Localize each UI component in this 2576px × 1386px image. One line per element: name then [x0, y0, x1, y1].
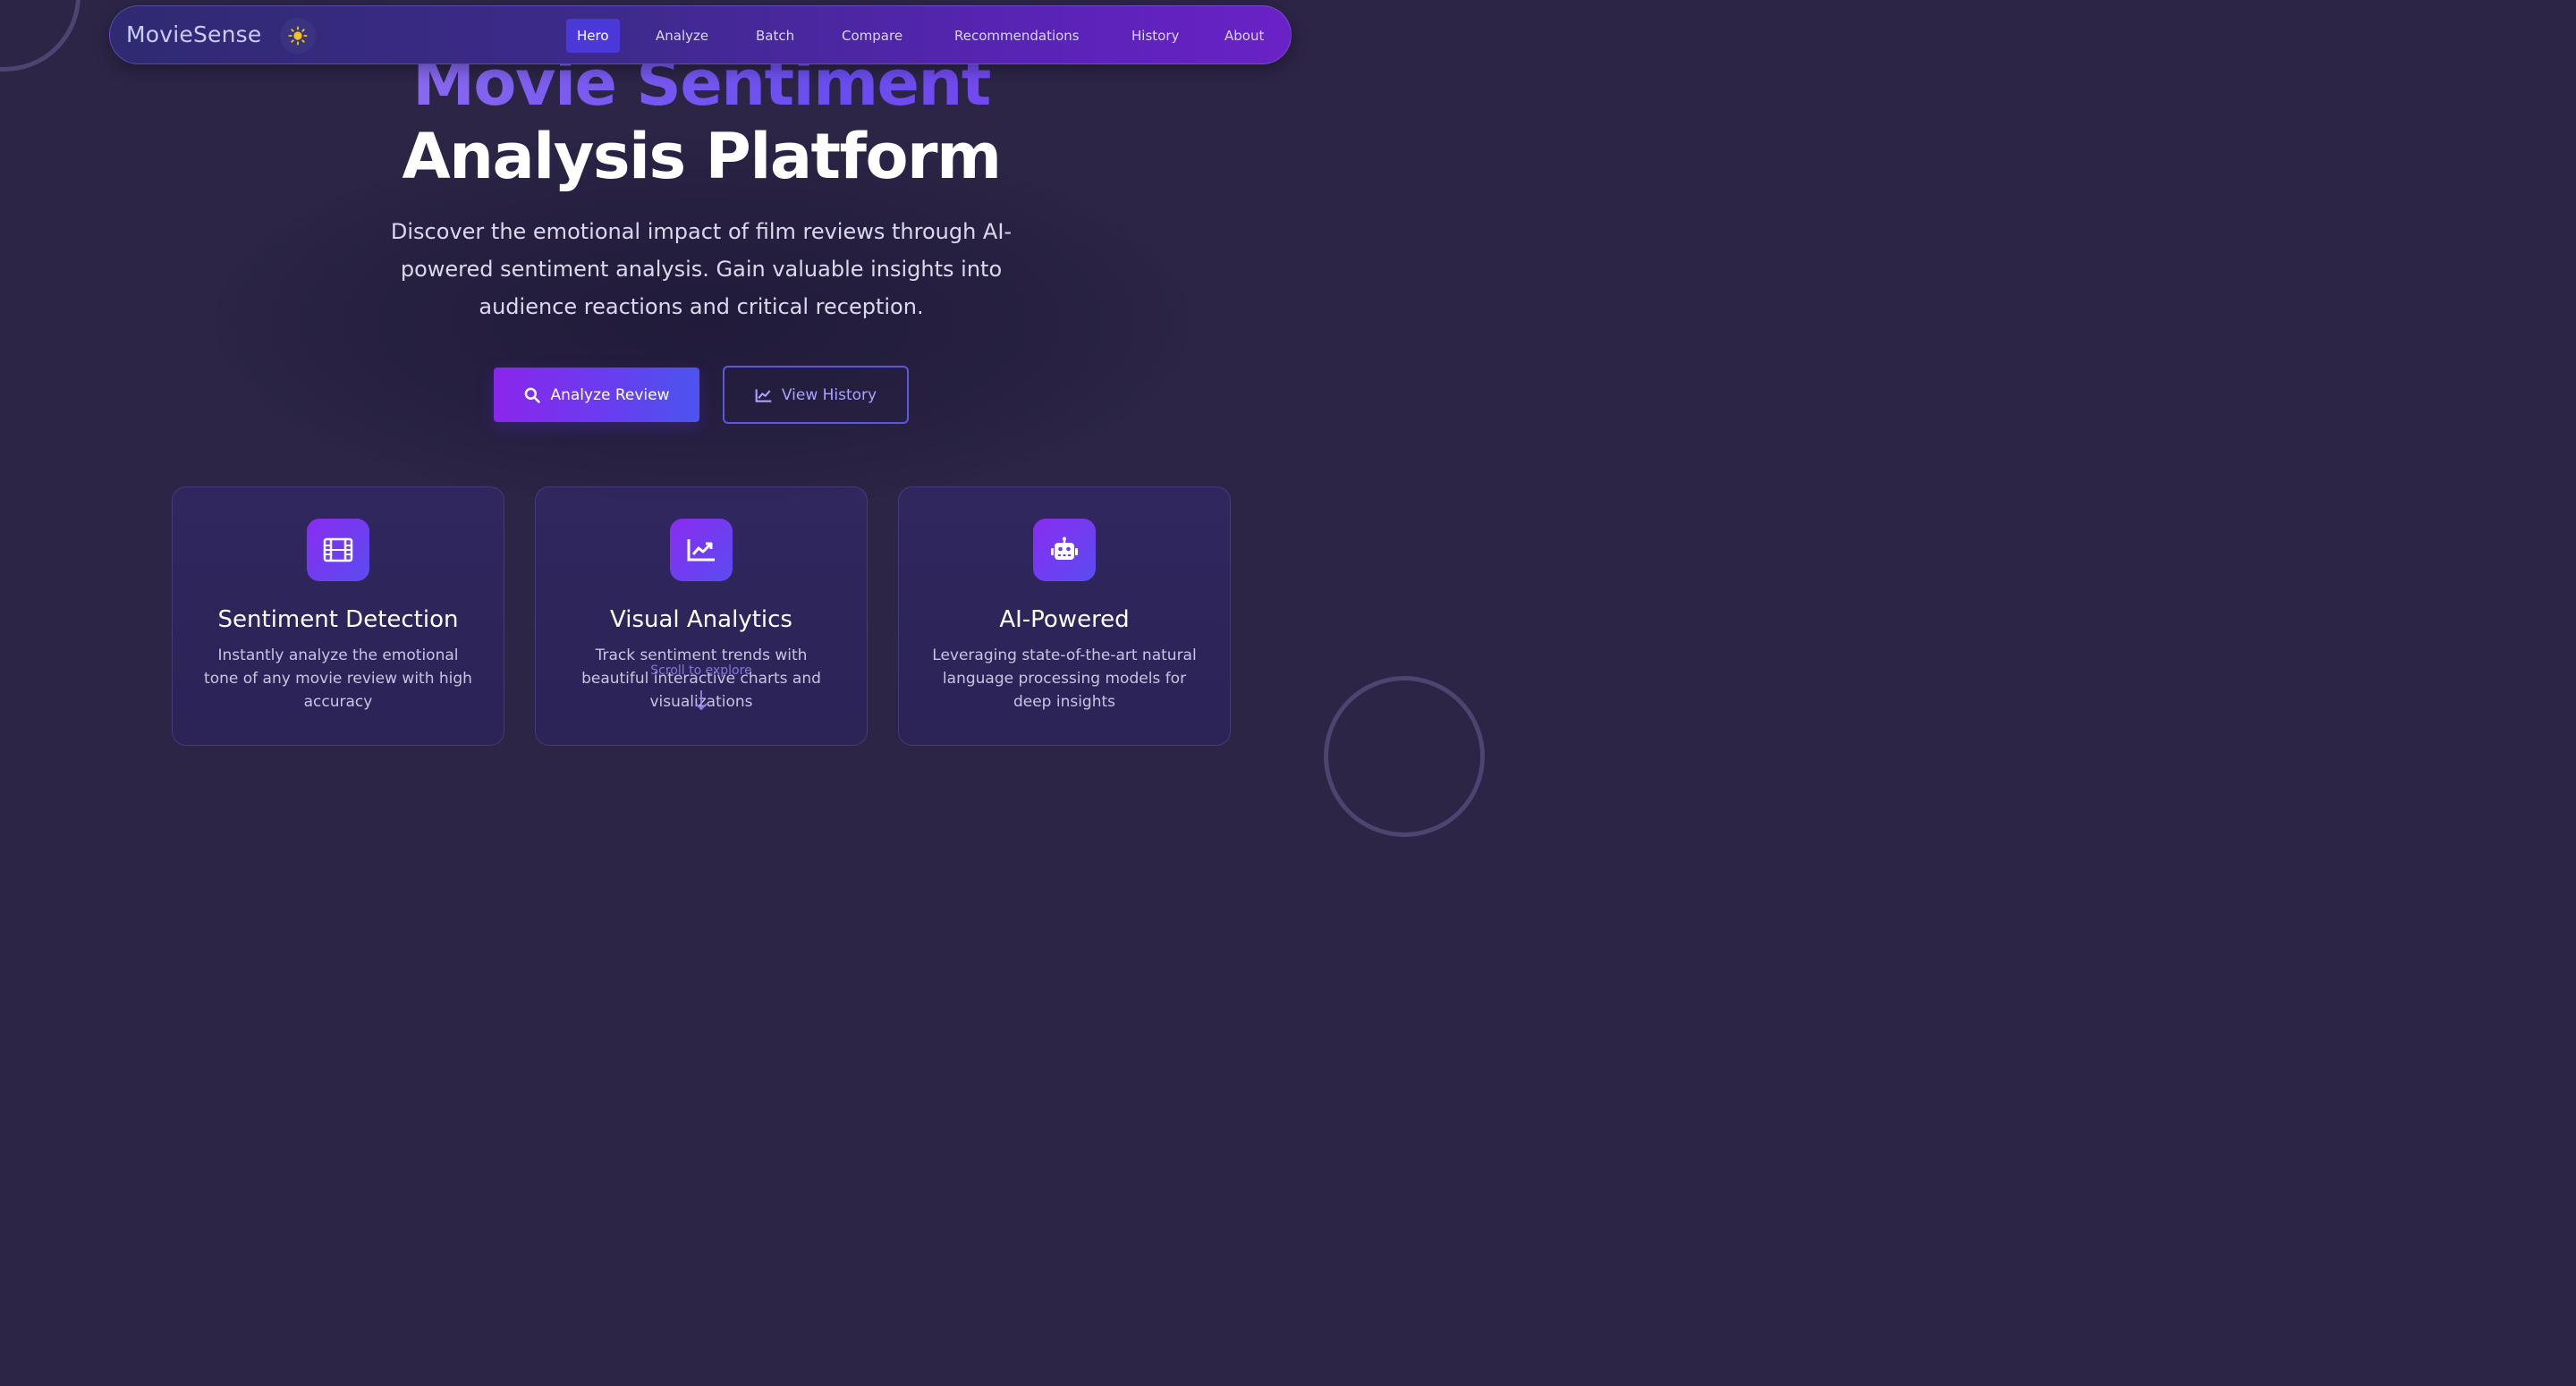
arrow-down-icon — [695, 690, 708, 711]
view-history-button[interactable]: View History — [723, 366, 909, 424]
hero-title-line2: Analysis Platform — [402, 120, 1002, 193]
view-history-label: View History — [781, 385, 877, 404]
chart-icon — [687, 539, 715, 562]
nav-link-history[interactable]: History — [1131, 19, 1179, 53]
feature-title: Visual Analytics — [610, 606, 792, 633]
brand-logo[interactable]: MovieSense — [126, 21, 262, 48]
analyze-review-button[interactable]: Analyze Review — [494, 368, 699, 422]
nav-link-compare[interactable]: Compare — [842, 19, 902, 53]
feature-card-sentiment-detection: Sentiment Detection Instantly analyze th… — [172, 486, 504, 746]
sun-icon — [288, 26, 308, 46]
hero-subtitle: Discover the emotional impact of film re… — [390, 219, 1013, 319]
feature-title: AI-Powered — [999, 606, 1130, 633]
robot-icon — [1051, 537, 1078, 560]
nav-link-batch[interactable]: Batch — [756, 19, 794, 53]
feature-icon-badge — [670, 519, 733, 581]
feature-description: Leveraging state-of-the-art natural lang… — [932, 647, 1197, 711]
navbar: MovieSense Hero Analyze Batch Compare Re… — [109, 5, 1292, 64]
feature-card-ai-powered: AI-Powered Leveraging state-of-the-art n… — [898, 486, 1231, 746]
nav-link-recommendations[interactable]: Recommendations — [954, 19, 1080, 53]
nav-link-about[interactable]: About — [1224, 19, 1264, 53]
scroll-to-explore-hint[interactable]: Scroll to explore — [612, 662, 791, 680]
decorative-ring-bottom-right — [1324, 676, 1485, 837]
feature-title: Sentiment Detection — [217, 606, 459, 633]
feature-description: Instantly analyze the emotional tone of … — [204, 647, 472, 711]
nav-link-analyze[interactable]: Analyze — [656, 19, 708, 53]
analyze-review-label: Analyze Review — [550, 385, 670, 404]
film-icon — [323, 537, 353, 562]
line-chart-icon — [755, 388, 772, 402]
nav-link-hero[interactable]: Hero — [566, 19, 620, 53]
feature-icon-badge — [1033, 519, 1096, 581]
theme-toggle-button[interactable] — [280, 18, 316, 54]
search-icon — [525, 387, 541, 403]
feature-icon-badge — [307, 519, 369, 581]
